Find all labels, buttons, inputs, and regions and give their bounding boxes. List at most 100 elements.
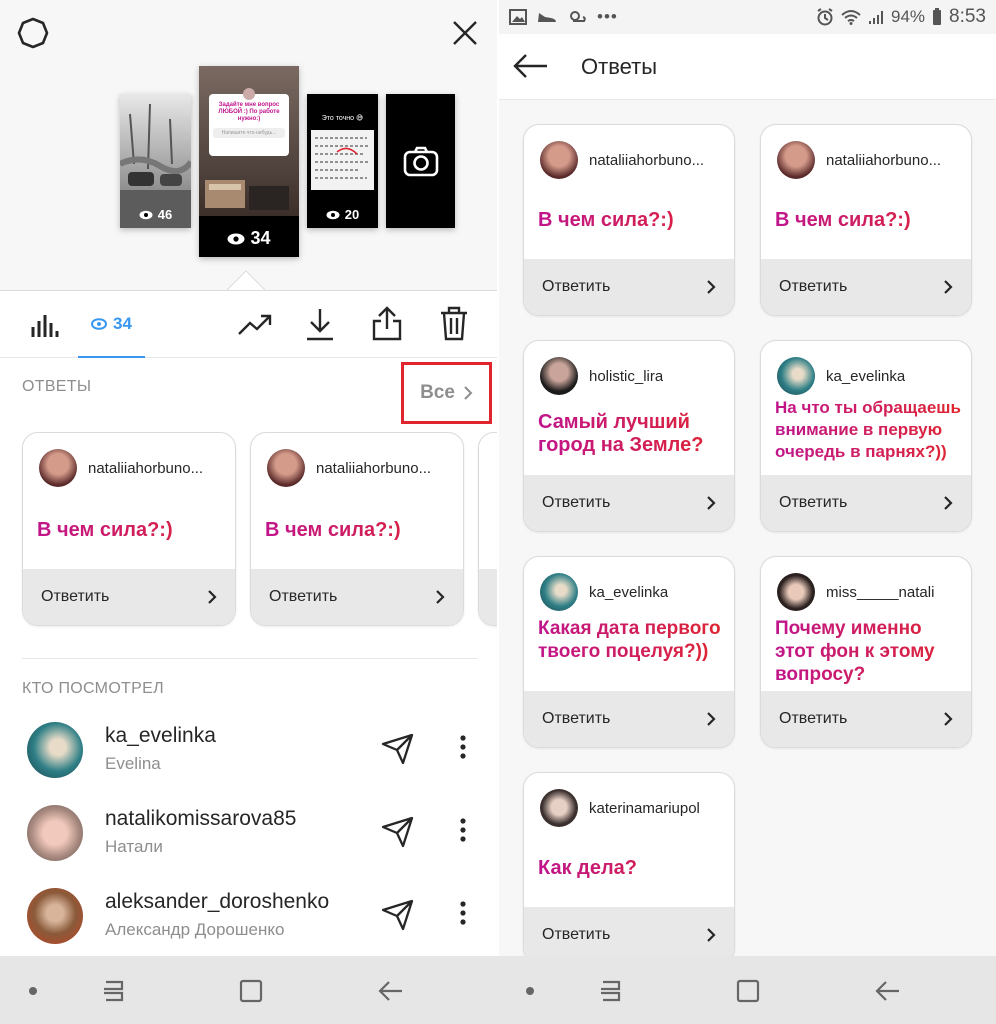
answer-question: На что ты обращаешь внимание в первую оч… xyxy=(775,397,961,477)
more-options-icon[interactable] xyxy=(459,734,467,765)
more-options-icon[interactable] xyxy=(459,817,467,848)
chevron-right-icon xyxy=(436,590,445,604)
send-message-icon[interactable] xyxy=(381,732,415,771)
camera-icon xyxy=(402,142,440,180)
answer-username: holistic_lira xyxy=(589,367,664,385)
status-system: 94% 8:53 xyxy=(816,6,986,28)
add-story-thumbnail[interactable] xyxy=(386,94,455,228)
answer-card[interactable]: nataliiahorbuno... В чем сила?:) Ответит… xyxy=(22,432,236,626)
close-icon[interactable] xyxy=(446,14,484,52)
reply-button[interactable]: Ответить xyxy=(524,259,734,315)
more-options-icon[interactable] xyxy=(459,900,467,931)
answer-card-header: ka_evelinka xyxy=(540,573,726,611)
download-icon[interactable] xyxy=(302,305,338,343)
answers-section-title: ОТВЕТЫ xyxy=(22,378,92,395)
avatar xyxy=(540,789,578,827)
page-title: Ответы xyxy=(581,54,658,79)
reply-button[interactable]: Ответить xyxy=(23,569,235,625)
send-message-icon[interactable] xyxy=(381,815,415,854)
viewer-row[interactable]: aleksander_doroshenko Александр Дорошенк… xyxy=(27,886,477,946)
story-thumbnail-3[interactable]: Это точно 😅 20 xyxy=(307,94,378,228)
answer-username: miss_____natali xyxy=(826,583,935,601)
avatar xyxy=(540,357,578,395)
avatar xyxy=(777,573,815,611)
chevron-right-icon xyxy=(944,712,953,726)
chevron-right-icon xyxy=(707,712,716,726)
insights-toolbar: 34 xyxy=(0,290,497,358)
avatar xyxy=(777,141,815,179)
reply-label: Ответить xyxy=(542,926,611,943)
back-icon[interactable] xyxy=(376,976,406,1006)
answer-card[interactable]: ka_evelinka На что ты обращаешь внимание… xyxy=(760,340,972,532)
reply-button[interactable]: Ответить xyxy=(524,475,734,531)
answer-card-partial[interactable] xyxy=(478,432,497,626)
settings-icon[interactable] xyxy=(14,14,52,52)
insights-bar-chart-icon[interactable] xyxy=(26,307,62,343)
viewer-row[interactable]: ka_evelinka Evelina xyxy=(27,720,477,780)
gallery-icon xyxy=(509,9,527,25)
answer-card[interactable]: nataliiahorbuno... В чем сила?:) Ответит… xyxy=(523,124,735,316)
shoe-icon xyxy=(538,13,556,22)
answer-username: nataliiahorbuno... xyxy=(316,459,432,477)
home-icon[interactable] xyxy=(236,976,266,1006)
reply-button[interactable]: Ответить xyxy=(524,691,734,747)
answer-question: В чем сила?:) xyxy=(775,209,961,232)
back-icon[interactable] xyxy=(873,976,903,1006)
answer-question: В чем сила?:) xyxy=(538,209,724,232)
send-message-icon[interactable] xyxy=(381,898,415,937)
avatar xyxy=(267,449,305,487)
answer-question: В чем сила?:) xyxy=(37,519,225,542)
reply-label: Ответить xyxy=(269,588,338,605)
nav-dot-icon[interactable] xyxy=(515,976,545,1006)
reply-label: Ответить xyxy=(542,278,611,295)
viewer-username: natalikomissarova85 xyxy=(105,807,297,830)
answer-card-header: nataliiahorbuno... xyxy=(267,449,455,487)
reply-button[interactable]: Ответить xyxy=(524,907,734,956)
chevron-right-icon xyxy=(707,280,716,294)
alarm-icon xyxy=(817,8,833,26)
chevron-right-icon xyxy=(208,590,217,604)
answer-username: ka_evelinka xyxy=(826,367,906,385)
weather-icon xyxy=(570,11,586,22)
answer-card-header: miss_____natali xyxy=(777,573,963,611)
viewer-fullname: Evelina xyxy=(105,754,161,773)
trending-up-icon[interactable] xyxy=(236,307,274,343)
chevron-right-icon xyxy=(707,928,716,942)
reply-label: Ответить xyxy=(779,278,848,295)
reply-button[interactable]: Ответить xyxy=(761,691,971,747)
cafe-counter xyxy=(199,176,299,216)
answer-card-header: ka_evelinka xyxy=(777,357,963,395)
avatar xyxy=(27,722,83,778)
avatar xyxy=(39,449,77,487)
reply-button[interactable]: Ответить xyxy=(761,475,971,531)
story-thumbnail-1[interactable]: 46 xyxy=(120,94,191,228)
chevron-right-icon xyxy=(464,386,473,400)
home-icon[interactable] xyxy=(733,976,763,1006)
wifi-icon xyxy=(841,10,861,25)
answer-card-header: katerinamariupol xyxy=(540,789,726,827)
reply-button[interactable]: Ответить xyxy=(761,259,971,315)
reply-button[interactable]: Ответить xyxy=(251,569,463,625)
sticker-avatar xyxy=(243,88,255,100)
status-bar: ••• 94% 8:53 xyxy=(499,0,996,34)
trash-icon[interactable] xyxy=(435,303,473,343)
answer-card[interactable]: ka_evelinka Какая дата первого твоего по… xyxy=(523,556,735,748)
nav-dot-icon[interactable] xyxy=(18,976,48,1006)
views-tab[interactable]: 34 xyxy=(78,291,145,358)
answer-card[interactable]: miss_____natali Почему именно этот фон к… xyxy=(760,556,972,748)
answer-username: ka_evelinka xyxy=(589,583,669,601)
answer-card[interactable]: katerinamariupol Как дела? Ответить xyxy=(523,772,735,956)
back-arrow-icon[interactable] xyxy=(511,46,551,86)
story-thumbnail-2-selected[interactable]: Задайте мне вопрос ЛЮБОЙ :) По работе ну… xyxy=(199,66,299,257)
see-all-answers-link[interactable]: Все xyxy=(401,362,492,424)
answer-card-header: nataliiahorbuno... xyxy=(540,141,726,179)
recent-apps-icon[interactable] xyxy=(98,976,128,1006)
story-preview-area: 46 Задайте мне вопрос ЛЮБОЙ :) По работе… xyxy=(0,0,497,290)
recent-apps-icon[interactable] xyxy=(595,976,625,1006)
answer-card[interactable]: holistic_lira Самый лучший город на Земл… xyxy=(523,340,735,532)
answer-card[interactable]: nataliiahorbuno... В чем сила?:) Ответит… xyxy=(760,124,972,316)
viewer-fullname: Александр Дорошенко xyxy=(105,920,285,939)
viewer-row[interactable]: natalikomissarova85 Натали xyxy=(27,803,477,863)
share-icon[interactable] xyxy=(368,303,406,343)
answer-card[interactable]: nataliiahorbuno... В чем сила?:) Ответит… xyxy=(250,432,464,626)
